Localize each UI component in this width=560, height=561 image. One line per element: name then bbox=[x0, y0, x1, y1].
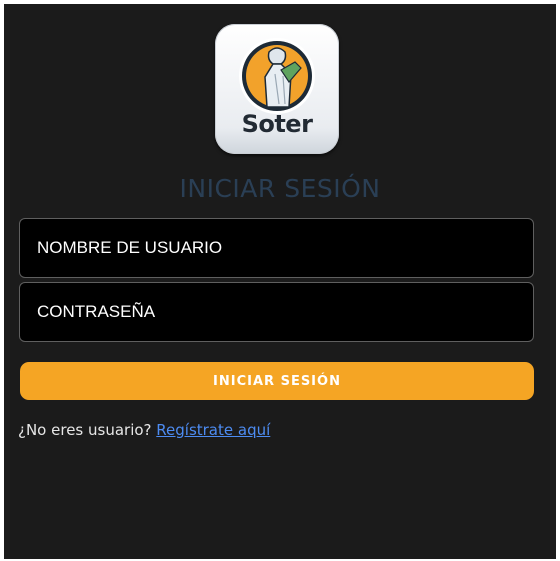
register-link[interactable]: Regístrate aquí bbox=[156, 421, 270, 439]
password-field[interactable] bbox=[19, 282, 534, 342]
login-screen: Soter INICIAR SESIÓN INICIAR SESIÓN ¿No … bbox=[4, 4, 556, 559]
username-field[interactable] bbox=[19, 218, 534, 278]
register-prompt-text: ¿No eres usuario? bbox=[18, 421, 152, 439]
register-prompt: ¿No eres usuario? Regístrate aquí bbox=[18, 421, 270, 439]
logo-text: Soter bbox=[241, 110, 313, 138]
app-logo: Soter bbox=[215, 24, 339, 154]
login-button[interactable]: INICIAR SESIÓN bbox=[20, 362, 534, 400]
page-title: INICIAR SESIÓN bbox=[179, 174, 381, 203]
